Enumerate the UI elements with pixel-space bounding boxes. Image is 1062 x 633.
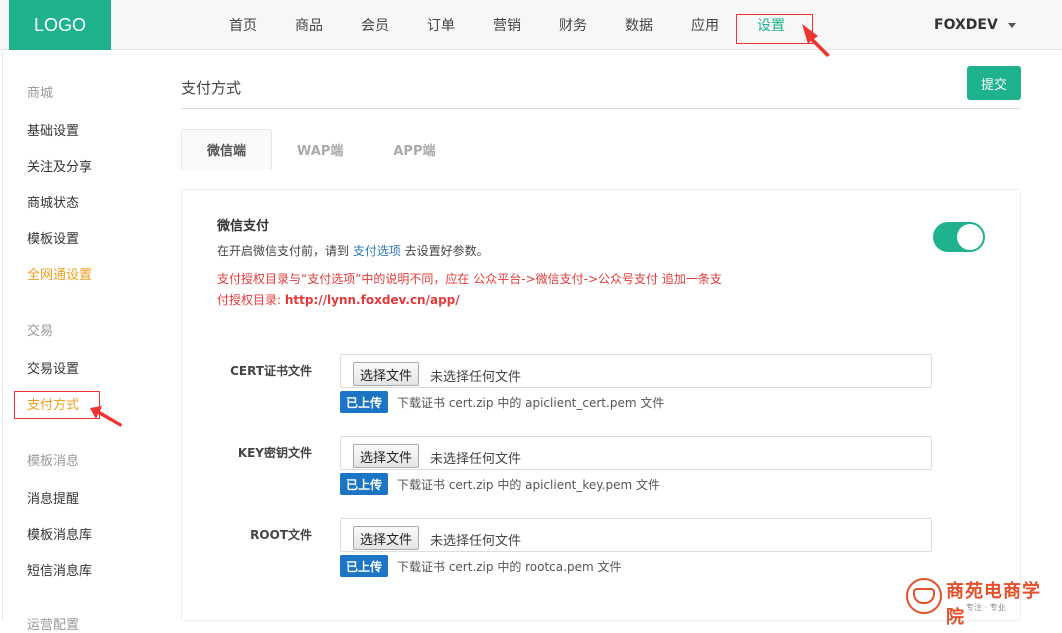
page-title: 支付方式	[181, 79, 242, 97]
key-file-label: KEY密钥文件	[237, 446, 312, 460]
nav-item-finance[interactable]: 财务	[540, 0, 606, 50]
uploaded-badge: 已上传	[340, 555, 389, 577]
choose-file-button[interactable]: 选择文件	[353, 526, 420, 550]
file-status: 未选择任何文件	[430, 534, 522, 549]
cert-file-input[interactable]: 选择文件 未选择任何文件	[340, 354, 932, 388]
choose-file-button[interactable]: 选择文件	[353, 444, 420, 468]
main-nav: 首页 商品 会员 订单 营销 财务 数据 应用 设置	[210, 0, 804, 50]
title-divider	[181, 108, 1021, 109]
warning-prefix: 付授权目录:	[217, 293, 285, 307]
watermark-slogan: 专注 · 专业	[966, 603, 1006, 612]
sidebar-group-trade: 交易	[27, 324, 54, 339]
sidebar-group-ops: 运营配置	[27, 618, 80, 633]
tab-app[interactable]: APP端	[368, 129, 460, 170]
submit-button[interactable]: 提交	[967, 66, 1021, 100]
username: FOXDEV	[934, 17, 998, 33]
desc-text: 在开启微信支付前，请到	[217, 244, 353, 258]
desc-text: 去设置好参数。	[400, 244, 489, 258]
key-file-input[interactable]: 选择文件 未选择任何文件	[340, 436, 932, 470]
caret-down-icon	[1007, 22, 1016, 28]
tab-bar: 微信端 WAP端 APP端	[181, 129, 461, 170]
auth-dir-url: http://lynn.foxdev.cn/app/	[284, 293, 460, 307]
nav-item-data[interactable]: 数据	[606, 0, 672, 50]
nav-item-goods[interactable]: 商品	[276, 0, 342, 50]
file-status: 未选择任何文件	[430, 452, 522, 467]
tab-wap[interactable]: WAP端	[272, 129, 368, 170]
user-menu[interactable]: FOXDEV	[934, 0, 1016, 50]
sidebar-item-mall-status[interactable]: 商城状态	[27, 192, 79, 211]
top-navbar: LOGO 首页 商品 会员 订单 营销 财务 数据 应用 设置 FOXDEV	[0, 0, 1062, 50]
key-help-text: 下载证书 cert.zip 中的 apiclient_key.pem 文件	[397, 478, 661, 492]
root-help-text: 下载证书 cert.zip 中的 rootca.pem 文件	[397, 560, 622, 574]
main-content: 支付方式 提交 微信端 WAP端 APP端 微信支付 在开启微信支付前，请到 支…	[181, 51, 1021, 621]
file-status: 未选择任何文件	[430, 370, 522, 385]
sidebar-item-follow-share[interactable]: 关注及分享	[27, 156, 92, 175]
warning-line: 支付授权目录与“支付选项”中的说明不同，应在 公众平台->微信支付->公众号支付…	[217, 272, 722, 286]
uploaded-badge: 已上传	[340, 391, 389, 413]
sidebar-item-template-library[interactable]: 模板消息库	[27, 524, 92, 543]
warning-text: 支付授权目录与“支付选项”中的说明不同，应在 公众平台->微信支付->公众号支付…	[217, 269, 797, 311]
nav-item-marketing[interactable]: 营销	[474, 0, 540, 50]
sidebar-item-message-alerts[interactable]: 消息提醒	[27, 488, 79, 507]
root-file-input[interactable]: 选择文件 未选择任何文件	[340, 518, 932, 552]
sidebar-item-template-settings[interactable]: 模板设置	[27, 228, 79, 247]
uploaded-badge: 已上传	[340, 473, 389, 495]
watermark: 商苑电商学院 专注 · 专业	[906, 575, 1056, 628]
toggle-knob	[957, 224, 983, 250]
logo[interactable]: LOGO	[9, 0, 111, 50]
wechat-pay-toggle[interactable]	[933, 222, 985, 252]
wechat-pay-title: 微信支付	[217, 219, 270, 234]
nav-item-apps[interactable]: 应用	[672, 0, 738, 50]
sidebar: 商城 基础设置 关注及分享 商城状态 模板设置 全网通设置 交易 交易设置 支付…	[2, 51, 142, 633]
sidebar-group-mall: 商城	[27, 86, 54, 101]
wechat-pay-description: 在开启微信支付前，请到 支付选项 去设置好参数。	[217, 242, 489, 259]
annotation-arrow-icon	[90, 406, 122, 427]
sidebar-item-omni-settings[interactable]: 全网通设置	[27, 264, 92, 283]
wechat-pay-panel: 微信支付 在开启微信支付前，请到 支付选项 去设置好参数。 支付授权目录与“支付…	[181, 189, 1021, 621]
cert-help-text: 下载证书 cert.zip 中的 apiclient_cert.pem 文件	[397, 396, 665, 410]
sidebar-group-template-messages: 模板消息	[27, 454, 80, 469]
payment-options-link[interactable]: 支付选项	[353, 244, 401, 258]
sidebar-item-trade-settings[interactable]: 交易设置	[27, 358, 79, 377]
nav-item-members[interactable]: 会员	[342, 0, 408, 50]
choose-file-button[interactable]: 选择文件	[353, 362, 420, 386]
root-file-label: ROOT文件	[250, 528, 312, 542]
sidebar-item-sms-library[interactable]: 短信消息库	[27, 560, 92, 579]
nav-item-home[interactable]: 首页	[210, 0, 276, 50]
tab-wechat[interactable]: 微信端	[181, 129, 273, 170]
nav-item-orders[interactable]: 订单	[408, 0, 474, 50]
watermark-seal-icon	[906, 578, 942, 614]
cert-file-label: CERT证书文件	[230, 364, 312, 378]
sidebar-item-basic-settings[interactable]: 基础设置	[27, 120, 79, 139]
warning-line: 付授权目录: http://lynn.foxdev.cn/app/	[217, 290, 797, 311]
